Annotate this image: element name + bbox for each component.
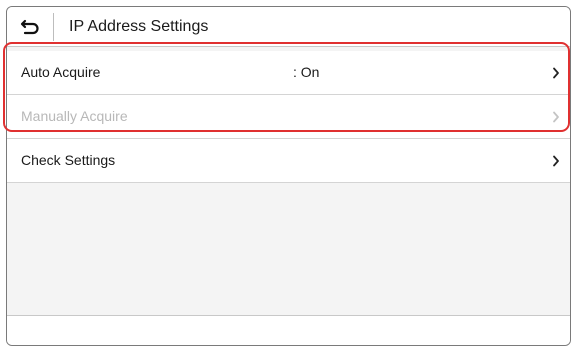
menu-item-label: Manually Acquire bbox=[21, 108, 128, 124]
menu-item-value: : On bbox=[293, 64, 320, 80]
chevron-right-icon bbox=[550, 139, 562, 182]
menu-item-label: Auto Acquire bbox=[21, 64, 101, 80]
menu-item-check-settings[interactable]: Check Settings bbox=[7, 139, 570, 183]
device-screen: IP Address Settings Auto Acquire : On Ma… bbox=[6, 6, 571, 346]
menu-item-manually-acquire[interactable]: Manually Acquire bbox=[7, 95, 570, 139]
header-divider bbox=[53, 13, 54, 41]
back-arrow-icon bbox=[20, 19, 39, 34]
page-title: IP Address Settings bbox=[69, 18, 209, 35]
chevron-right-icon bbox=[550, 51, 562, 94]
menu-item-auto-acquire[interactable]: Auto Acquire : On bbox=[7, 51, 570, 95]
back-button[interactable] bbox=[7, 7, 53, 46]
header-bar: IP Address Settings bbox=[7, 7, 570, 47]
menu-item-label: Check Settings bbox=[21, 152, 116, 168]
footer-bar bbox=[7, 316, 570, 345]
chevron-right-icon bbox=[550, 95, 562, 138]
